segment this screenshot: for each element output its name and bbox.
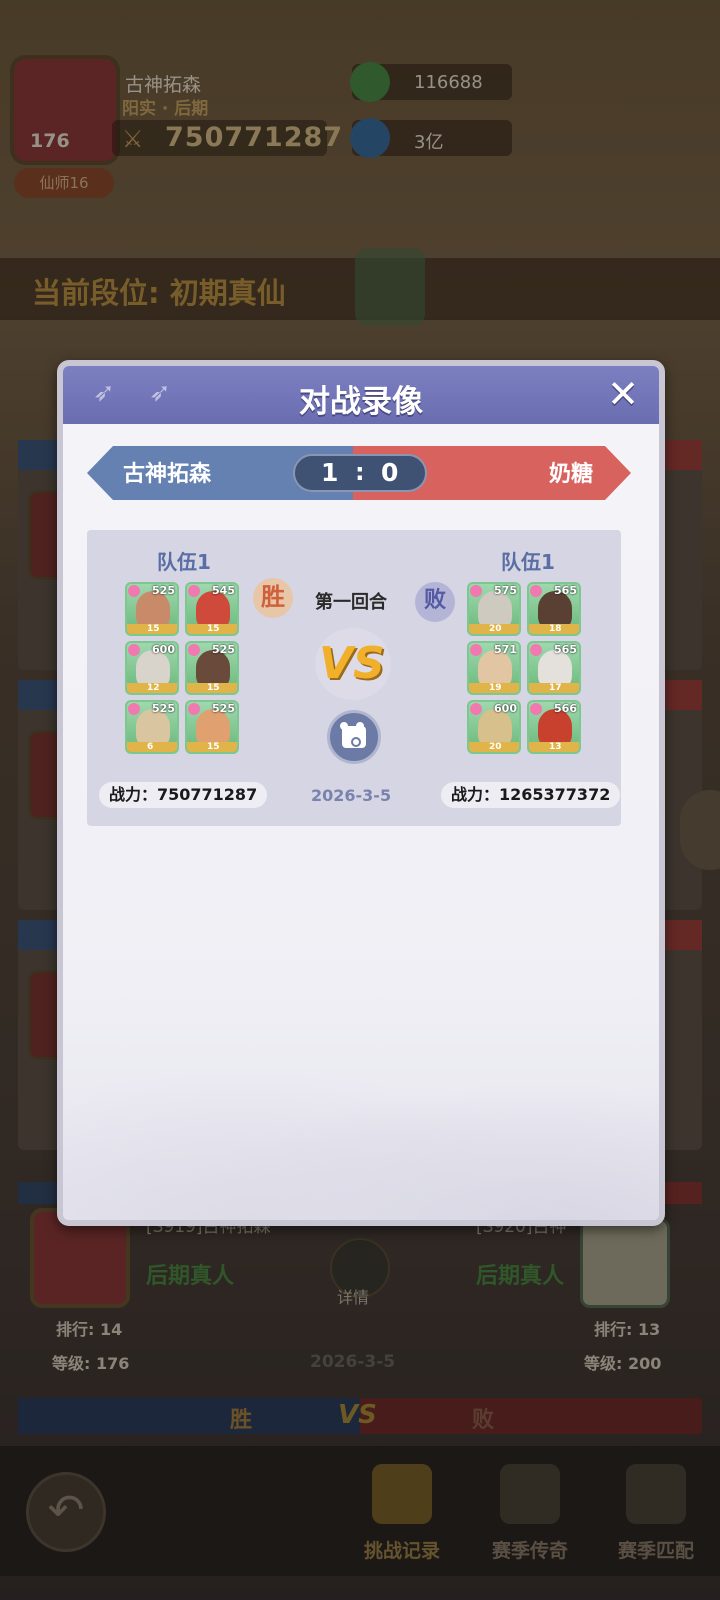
hero-level: 571	[494, 643, 517, 656]
hero-level: 545	[212, 584, 235, 597]
hero-level: 566	[554, 702, 577, 715]
modal-header: ➶ ➶ 对战录像 ✕	[63, 366, 659, 424]
left-team-power: 战力：750771287	[99, 782, 268, 808]
hero-star-count: 20	[489, 742, 502, 752]
hero-star-count: 19	[489, 683, 502, 693]
vs-text: VS	[319, 638, 385, 689]
hero-level: 525	[212, 643, 235, 656]
round-label: 第一回合	[315, 592, 387, 613]
hero-card[interactable]: 525 15	[185, 641, 239, 695]
hero-quality-icon	[128, 644, 140, 656]
hero-quality-icon	[470, 703, 482, 715]
hero-level: 565	[554, 643, 577, 656]
right-player-name: 奶糖	[548, 462, 593, 487]
battle-date: 2026-3-5	[311, 786, 392, 805]
hero-star-count: 15	[207, 624, 220, 634]
hero-level: 565	[554, 584, 577, 597]
hero-card[interactable]: 565 17	[527, 641, 581, 695]
hero-star-count: 18	[549, 624, 562, 634]
hero-quality-icon	[128, 585, 140, 597]
hero-star-count: 15	[207, 683, 220, 693]
close-icon[interactable]: ✕	[601, 374, 645, 416]
hero-quality-icon	[188, 703, 200, 715]
modal-title: 对战录像	[299, 384, 423, 420]
win-seal: 胜	[253, 578, 293, 618]
right-team-label: 队伍1	[501, 550, 555, 574]
hero-star-count: 12	[147, 683, 160, 693]
hero-card[interactable]: 571 19	[467, 641, 521, 695]
hero-quality-icon	[470, 585, 482, 597]
right-team-power: 战力：1265377372	[441, 782, 621, 808]
left-score: 1	[321, 458, 339, 487]
hero-level: 575	[494, 584, 517, 597]
hero-star-count: 6	[147, 742, 154, 752]
hero-quality-icon	[470, 644, 482, 656]
hero-star-count: 15	[207, 742, 220, 752]
hero-quality-icon	[188, 585, 200, 597]
hero-quality-icon	[188, 644, 200, 656]
left-team-label: 队伍1	[157, 550, 211, 574]
hero-level: 525	[212, 702, 235, 715]
hero-star-count: 20	[489, 624, 502, 634]
hero-card[interactable]: 525 6	[125, 700, 179, 754]
hero-card[interactable]: 525 15	[185, 700, 239, 754]
hero-level: 525	[152, 584, 175, 597]
hero-star-count: 15	[147, 624, 160, 634]
hero-card[interactable]: 566 13	[527, 700, 581, 754]
hero-level: 525	[152, 702, 175, 715]
battle-replay-modal: ➶ ➶ 对战录像 ✕ 古神拓森 奶糖 1 : 0 队伍1 队伍1 525 15 54…	[57, 360, 665, 1226]
hero-quality-icon	[530, 585, 542, 597]
left-player-name: 古神拓森	[123, 462, 212, 487]
hero-level: 600	[494, 702, 517, 715]
replay-camera-icon[interactable]	[327, 710, 381, 764]
hero-card[interactable]: 565 18	[527, 582, 581, 636]
hero-star-count: 17	[549, 683, 562, 693]
hero-quality-icon	[128, 703, 140, 715]
hero-star-count: 13	[549, 742, 562, 752]
hero-card[interactable]: 575 20	[467, 582, 521, 636]
lose-seal: 败	[415, 582, 455, 622]
hero-quality-icon	[530, 703, 542, 715]
hero-card[interactable]: 600 12	[125, 641, 179, 695]
mountain-mist-decoration	[63, 1042, 659, 1220]
round-panel: 队伍1 队伍1 525 15 545 15 600 12 525 15 525 6 525 15 57…	[87, 530, 621, 826]
hero-card[interactable]: 525 15	[125, 582, 179, 636]
right-score: 0	[381, 458, 399, 487]
hero-card[interactable]: 545 15	[185, 582, 239, 636]
hero-card[interactable]: 600 20	[467, 700, 521, 754]
hero-quality-icon	[530, 644, 542, 656]
hero-level: 600	[152, 643, 175, 656]
score-separator: :	[355, 458, 365, 486]
